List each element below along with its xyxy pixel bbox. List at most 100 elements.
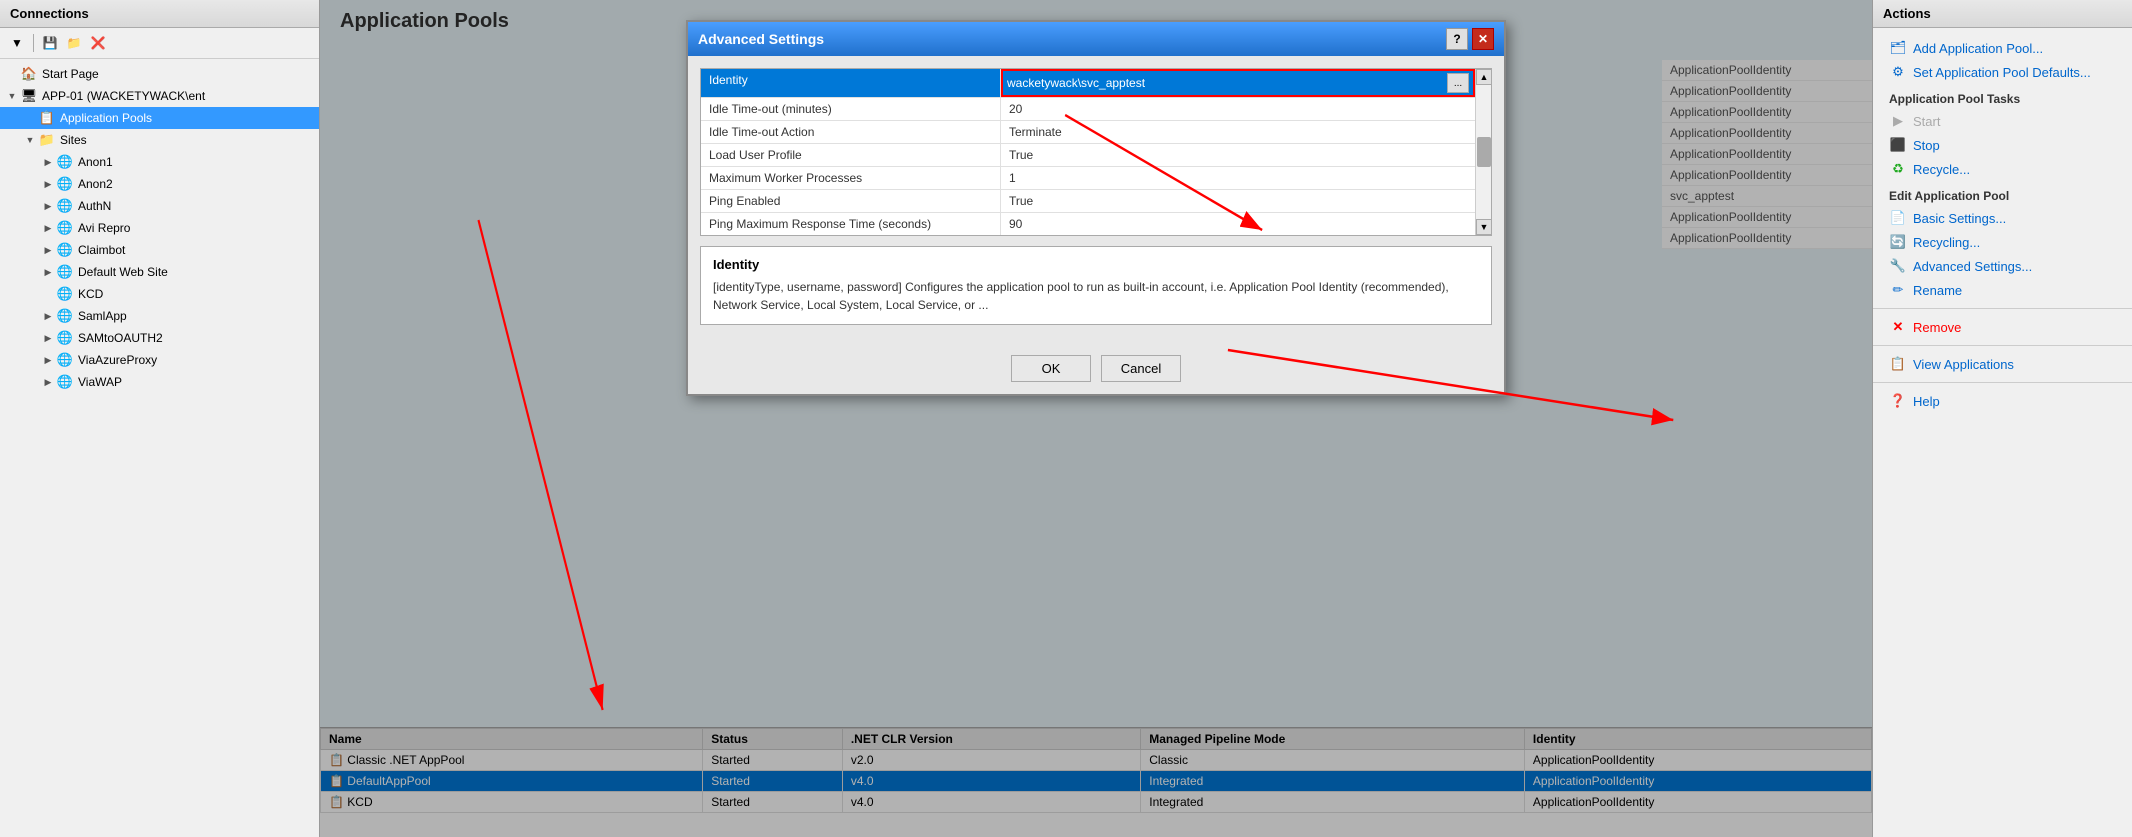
tree-item-viawap[interactable]: ▶🌐ViaWAP <box>0 371 319 393</box>
identity-desc-title: Identity <box>713 257 1479 272</box>
action-icon-4: ⬛ <box>1889 136 1907 154</box>
tree-toggle-kcd[interactable] <box>40 286 56 302</box>
settings-key-4: Maximum Worker Processes <box>701 167 1001 189</box>
dialog-title: Advanced Settings <box>698 31 824 47</box>
tree-item-default-web-site[interactable]: ▶🌐Default Web Site <box>0 261 319 283</box>
tree-icon-app01: 🖥 <box>20 87 38 105</box>
actions-link-rename[interactable]: ✏Rename <box>1873 278 2132 302</box>
actions-link-remove[interactable]: ✕Remove <box>1873 315 2132 339</box>
tree-toggle-start-page[interactable] <box>4 66 20 82</box>
actions-link-start: ▶Start <box>1873 109 2132 133</box>
tree-item-app-pools[interactable]: 📋Application Pools <box>0 107 319 129</box>
toolbar-folder-btn[interactable]: 📁 <box>63 32 85 54</box>
connections-header: Connections <box>0 0 319 28</box>
toolbar-delete-btn[interactable]: ❌ <box>87 32 109 54</box>
tree-toggle-anon2[interactable]: ▶ <box>40 176 56 192</box>
settings-scroll-area[interactable]: Identity wacketywack\svc_apptest ... Idl… <box>700 68 1492 236</box>
tree-item-start-page[interactable]: 🏠Start Page <box>0 63 319 85</box>
actions-link-recycle---[interactable]: ♻Recycle... <box>1873 157 2132 181</box>
tree-label-avi-repro: Avi Repro <box>78 221 130 235</box>
tree-icon-authn: 🌐 <box>56 197 74 215</box>
tree-item-sites[interactable]: ▼📁Sites <box>0 129 319 151</box>
dialog-help-button[interactable]: ? <box>1446 28 1468 50</box>
actions-content: 🗂Add Application Pool...⚙Set Application… <box>1873 28 2132 837</box>
actions-divider-15 <box>1873 382 2132 383</box>
settings-val-2: Terminate <box>1001 121 1475 143</box>
tree-toggle-avi-repro[interactable]: ▶ <box>40 220 56 236</box>
tree-toggle-default-web-site[interactable]: ▶ <box>40 264 56 280</box>
actions-link-add-application-pool---[interactable]: 🗂Add Application Pool... <box>1873 36 2132 60</box>
connections-toolbar: ▼ 💾 📁 ❌ <box>0 28 319 59</box>
settings-row-1[interactable]: Idle Time-out (minutes)20 <box>701 98 1475 121</box>
tree-item-kcd[interactable]: 🌐KCD <box>0 283 319 305</box>
tree-item-viaazureproxy[interactable]: ▶🌐ViaAzureProxy <box>0 349 319 371</box>
tree-item-claimbot[interactable]: ▶🌐Claimbot <box>0 239 319 261</box>
actions-link-set-application-pool-defaults---[interactable]: ⚙Set Application Pool Defaults... <box>1873 60 2132 84</box>
actions-divider-13 <box>1873 345 2132 346</box>
tree-toggle-authn[interactable]: ▶ <box>40 198 56 214</box>
action-label-3: Start <box>1913 114 1940 129</box>
tree-toggle-samtoauth2[interactable]: ▶ <box>40 330 56 346</box>
scrollbar: ▲ ▼ <box>1475 69 1491 235</box>
actions-link-view-applications[interactable]: 📋View Applications <box>1873 352 2132 376</box>
settings-key-2: Idle Time-out Action <box>701 121 1001 143</box>
settings-row-5[interactable]: Ping EnabledTrue <box>701 190 1475 213</box>
dialog-buttons: ? ✕ <box>1446 28 1494 50</box>
tree-icon-anon2: 🌐 <box>56 175 74 193</box>
tree-toggle-viaazureproxy[interactable]: ▶ <box>40 352 56 368</box>
settings-val-3: True <box>1001 144 1475 166</box>
dialog-titlebar: Advanced Settings ? ✕ <box>688 22 1504 56</box>
tree-toggle-app01[interactable]: ▼ <box>4 88 20 104</box>
tree-item-avi-repro[interactable]: ▶🌐Avi Repro <box>0 217 319 239</box>
tree-item-samlapp[interactable]: ▶🌐SamlApp <box>0 305 319 327</box>
tree-item-anon1[interactable]: ▶🌐Anon1 <box>0 151 319 173</box>
tree-item-samtoauth2[interactable]: ▶🌐SAMtoOAUTH2 <box>0 327 319 349</box>
settings-row-4[interactable]: Maximum Worker Processes1 <box>701 167 1475 190</box>
settings-val-4: 1 <box>1001 167 1475 189</box>
action-icon-12: ✕ <box>1889 318 1907 336</box>
ok-button[interactable]: OK <box>1011 355 1091 382</box>
actions-link-help[interactable]: ❓Help <box>1873 389 2132 413</box>
tree-item-app01[interactable]: ▼🖥APP-01 (WACKETYWACK\ent <box>0 85 319 107</box>
connections-panel: Connections ▼ 💾 📁 ❌ 🏠Start Page▼🖥APP-01 … <box>0 0 320 837</box>
settings-row-0[interactable]: Identity wacketywack\svc_apptest ... <box>701 69 1475 98</box>
settings-row-3[interactable]: Load User ProfileTrue <box>701 144 1475 167</box>
identity-browse-button[interactable]: ... <box>1447 73 1469 93</box>
toolbar-save-btn[interactable]: 💾 <box>39 32 61 54</box>
action-label-1: Set Application Pool Defaults... <box>1913 65 2091 80</box>
actions-link-advanced-settings---[interactable]: 🔧Advanced Settings... <box>1873 254 2132 278</box>
actions-section-2: Application Pool Tasks <box>1873 84 2132 109</box>
settings-key-3: Load User Profile <box>701 144 1001 166</box>
scroll-down-button[interactable]: ▼ <box>1476 219 1492 235</box>
actions-link-basic-settings---[interactable]: 📄Basic Settings... <box>1873 206 2132 230</box>
scroll-up-button[interactable]: ▲ <box>1476 69 1492 85</box>
tree-toggle-app-pools[interactable] <box>22 110 38 126</box>
action-icon-10: ✏ <box>1889 281 1907 299</box>
cancel-button[interactable]: Cancel <box>1101 355 1181 382</box>
dialog-close-button[interactable]: ✕ <box>1472 28 1494 50</box>
action-label-5: Recycle... <box>1913 162 1970 177</box>
settings-row-2[interactable]: Idle Time-out ActionTerminate <box>701 121 1475 144</box>
tree-toggle-viawap[interactable]: ▶ <box>40 374 56 390</box>
action-label-8: Recycling... <box>1913 235 1980 250</box>
identity-desc-text: [identityType, username, password] Confi… <box>713 278 1479 314</box>
toolbar-sep1 <box>33 34 34 52</box>
identity-value: wacketywack\svc_apptest <box>1007 76 1443 90</box>
actions-section-6: Edit Application Pool <box>1873 181 2132 206</box>
toolbar-dropdown-btn[interactable]: ▼ <box>6 32 28 54</box>
settings-val-0: wacketywack\svc_apptest ... <box>1001 69 1475 97</box>
actions-link-stop[interactable]: ⬛Stop <box>1873 133 2132 157</box>
tree-item-authn[interactable]: ▶🌐AuthN <box>0 195 319 217</box>
action-icon-14: 📋 <box>1889 355 1907 373</box>
action-label-16: Help <box>1913 394 1940 409</box>
actions-link-recycling---[interactable]: 🔄Recycling... <box>1873 230 2132 254</box>
settings-row-6[interactable]: Ping Maximum Response Time (seconds)90 <box>701 213 1475 235</box>
tree-item-anon2[interactable]: ▶🌐Anon2 <box>0 173 319 195</box>
tree-toggle-claimbot[interactable]: ▶ <box>40 242 56 258</box>
advanced-settings-dialog: Advanced Settings ? ✕ Identity wacketywa… <box>686 20 1506 396</box>
identity-description-box: Identity [identityType, username, passwo… <box>700 246 1492 325</box>
action-icon-0: 🗂 <box>1889 39 1907 57</box>
tree-toggle-anon1[interactable]: ▶ <box>40 154 56 170</box>
tree-toggle-samlapp[interactable]: ▶ <box>40 308 56 324</box>
tree-toggle-sites[interactable]: ▼ <box>22 132 38 148</box>
